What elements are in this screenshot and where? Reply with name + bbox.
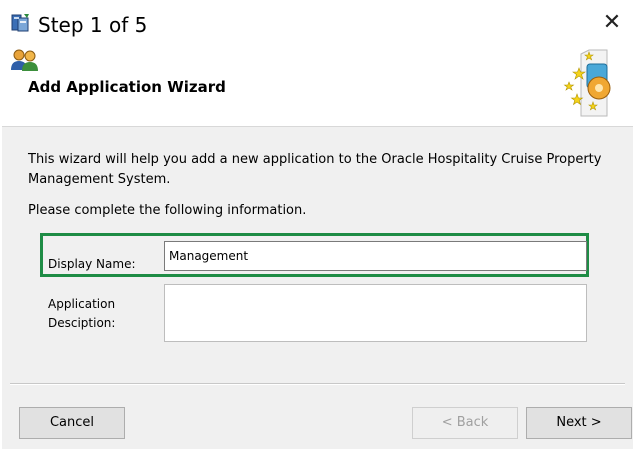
close-icon[interactable]: ✕ (599, 10, 625, 36)
footer-divider (10, 383, 625, 385)
app-setup-icon (10, 12, 32, 34)
wizard-title: Add Application Wizard (28, 78, 226, 96)
wizard-header: Add Application Wizard (2, 44, 633, 127)
title-bar: Step 1 of 5 ✕ (2, 0, 633, 44)
display-name-input[interactable] (164, 241, 587, 271)
cancel-button[interactable]: Cancel (19, 407, 125, 439)
wizard-window: Step 1 of 5 ✕ Add Application Wizard Thi… (2, 0, 633, 449)
users-icon (10, 48, 40, 72)
instruction-text: Please complete the following informatio… (28, 203, 307, 218)
description-input[interactable] (164, 284, 587, 342)
intro-text: This wizard will help you add a new appl… (28, 152, 602, 187)
back-button[interactable]: < Back (412, 407, 518, 439)
window-title: Step 1 of 5 (38, 13, 148, 37)
description-label: Application Desciption: (48, 297, 116, 330)
wizard-stars-icon (551, 48, 617, 118)
display-name-label: Display Name: (48, 257, 136, 271)
next-button[interactable]: Next > (526, 407, 632, 439)
